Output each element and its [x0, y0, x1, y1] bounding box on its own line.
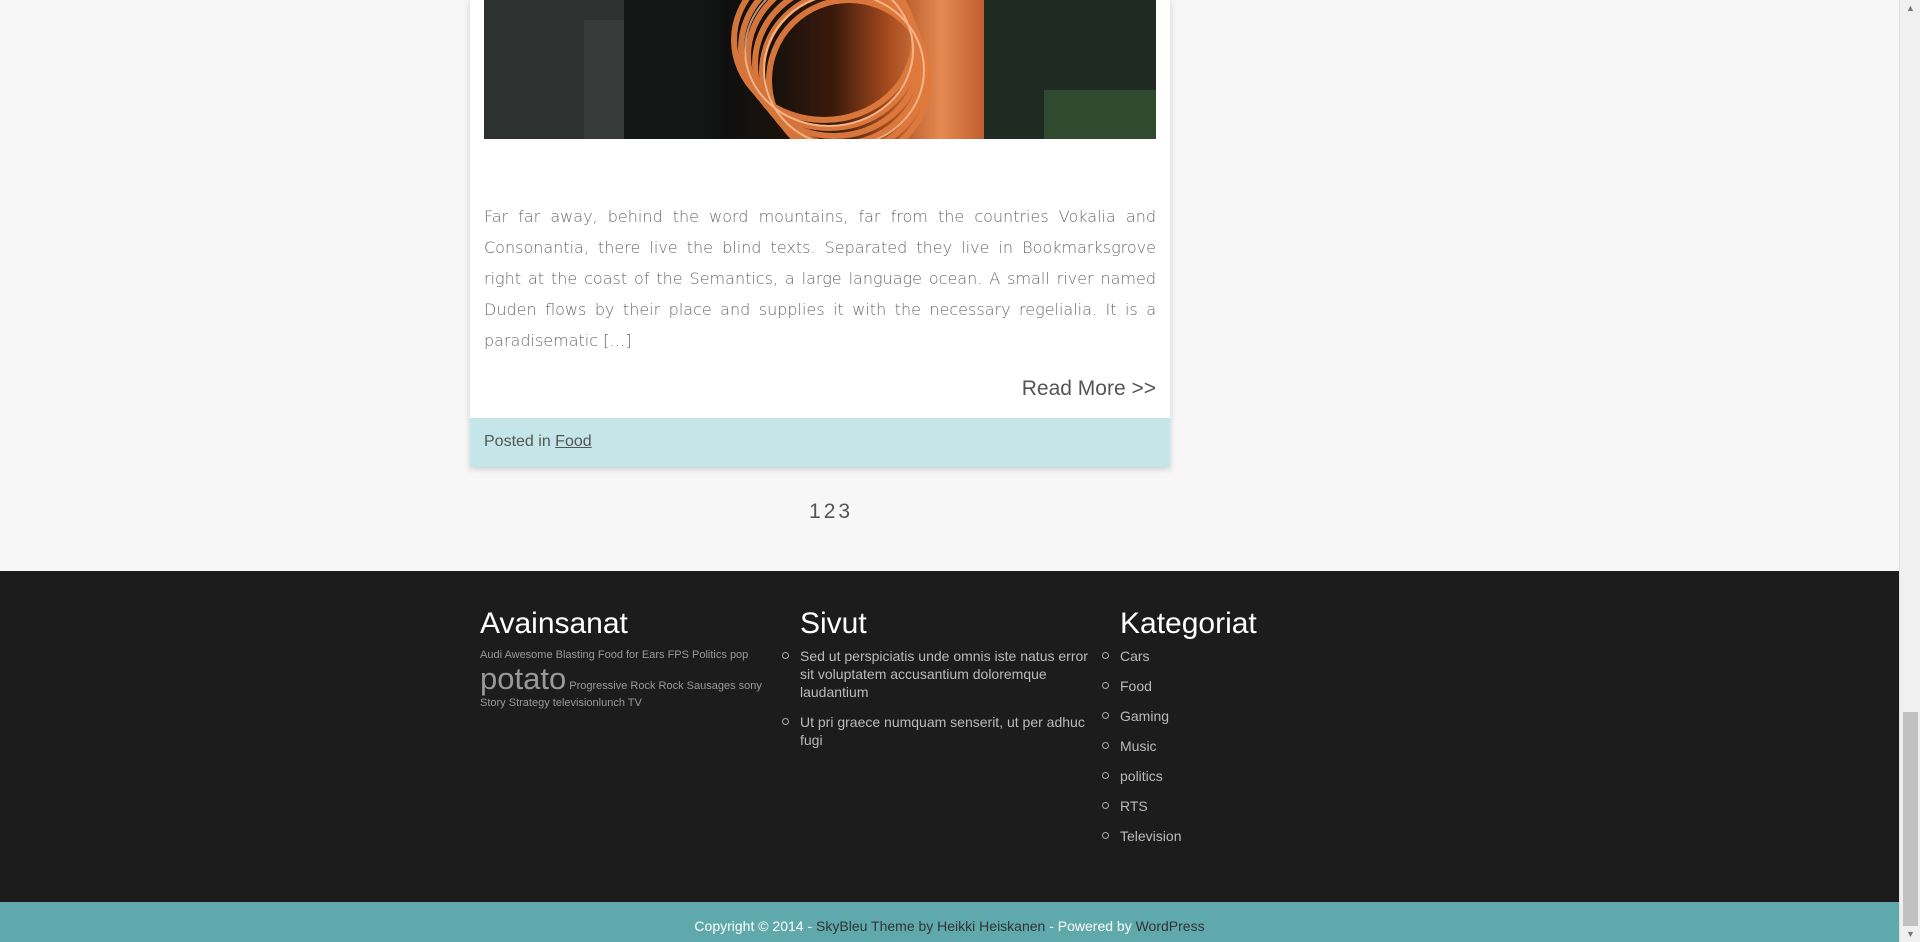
circle-bullet-icon: [1102, 772, 1109, 779]
tag-cloud: Audi Awesome Blasting Food for Ears FPS …: [480, 647, 770, 711]
category-link-gaming[interactable]: Gaming: [1120, 708, 1169, 724]
tag-link[interactable]: televisionlunch: [553, 697, 625, 709]
category-list-item: RTS: [1102, 797, 1320, 815]
pages-list: Sed ut perspiciatis unde omnis iste natu…: [782, 647, 1092, 749]
tag-link[interactable]: Politics: [692, 649, 727, 661]
category-list-item: Cars: [1102, 647, 1320, 665]
circle-bullet-icon: [782, 652, 789, 659]
page: Far far away, behind the word mountains,…: [0, 0, 1899, 942]
scrollbar-thumb[interactable]: [1903, 712, 1918, 926]
categories-widget: Kategoriat Cars Food Gaming Music politi…: [1102, 607, 1320, 857]
tag-link[interactable]: Food for Ears: [598, 649, 665, 661]
posted-in-label: Posted in: [484, 433, 551, 450]
categories-widget-title: Kategoriat: [1120, 607, 1257, 640]
circle-bullet-icon: [1102, 742, 1109, 749]
copyright-bar: Copyright © 2014 - SkyBleu Theme by Heik…: [0, 902, 1899, 942]
vertical-scrollbar[interactable]: ▲ ▼: [1899, 0, 1920, 942]
category-link-television[interactable]: Television: [1120, 828, 1181, 844]
tag-link[interactable]: Blasting: [556, 649, 595, 661]
tag-link[interactable]: Strategy: [509, 697, 550, 709]
page-link-1[interactable]: 1: [809, 500, 824, 523]
powered-by-text: - Powered by: [1045, 918, 1136, 934]
circle-bullet-icon: [1102, 712, 1109, 719]
pages-widget-title: Sivut: [800, 607, 867, 640]
tag-link[interactable]: Sausages: [687, 680, 736, 692]
tag-link[interactable]: Rock: [659, 680, 684, 692]
tag-link[interactable]: sony: [739, 680, 762, 692]
tag-link[interactable]: Progressive Rock: [569, 680, 655, 692]
wordpress-link[interactable]: WordPress: [1136, 918, 1205, 934]
post-excerpt: Far far away, behind the word mountains,…: [484, 207, 1156, 350]
tag-link[interactable]: Audi: [480, 649, 502, 661]
category-list-item: politics: [1102, 767, 1320, 785]
theme-author-link[interactable]: SkyBleu Theme by Heikki Heiskanen: [816, 918, 1045, 934]
scroll-up-arrow-icon[interactable]: ▲: [1900, 0, 1920, 16]
category-list-item: Music: [1102, 737, 1320, 755]
page-link[interactable]: Ut pri graece numquam senserit, ut per a…: [800, 714, 1085, 748]
read-more-link[interactable]: Read More >>: [1022, 377, 1156, 401]
copper-coil-image: [484, 0, 1156, 139]
tag-link-potato[interactable]: potato: [480, 661, 566, 696]
category-link-cars[interactable]: Cars: [1120, 648, 1150, 664]
post-meta-bar: Posted in Food: [470, 418, 1170, 467]
tags-widget: Avainsanat Audi Awesome Blasting Food fo…: [480, 607, 770, 711]
categories-list: Cars Food Gaming Music politics RTS Tele…: [1102, 647, 1320, 845]
category-list-item: Television: [1102, 827, 1320, 845]
pagination: 123: [809, 500, 853, 524]
pages-widget: Sivut Sed ut perspiciatis unde omnis ist…: [782, 607, 1092, 761]
post-category-link[interactable]: Food: [555, 433, 591, 450]
category-list-item: Gaming: [1102, 707, 1320, 725]
pages-list-item: Sed ut perspiciatis unde omnis iste natu…: [782, 647, 1092, 701]
tag-link[interactable]: Story: [480, 697, 506, 709]
page-link[interactable]: Sed ut perspiciatis unde omnis iste natu…: [800, 648, 1088, 700]
circle-bullet-icon: [1102, 802, 1109, 809]
circle-bullet-icon: [782, 718, 789, 725]
tag-link[interactable]: pop: [730, 649, 748, 661]
page-link-2[interactable]: 2: [824, 500, 839, 523]
pages-list-item: Ut pri graece numquam senserit, ut per a…: [782, 713, 1092, 749]
post-card: Far far away, behind the word mountains,…: [470, 0, 1170, 467]
tags-widget-title: Avainsanat: [480, 607, 628, 640]
category-link-politics[interactable]: politics: [1120, 768, 1163, 784]
circle-bullet-icon: [1102, 652, 1109, 659]
tag-link[interactable]: Awesome: [504, 649, 552, 661]
post-featured-image[interactable]: [484, 0, 1156, 139]
scroll-down-arrow-icon[interactable]: ▼: [1900, 926, 1920, 942]
category-link-food[interactable]: Food: [1120, 678, 1152, 694]
category-link-rts[interactable]: RTS: [1120, 798, 1148, 814]
category-link-music[interactable]: Music: [1120, 738, 1157, 754]
tag-link[interactable]: TV: [628, 697, 642, 709]
circle-bullet-icon: [1102, 682, 1109, 689]
site-footer: Avainsanat Audi Awesome Blasting Food fo…: [0, 571, 1899, 902]
copyright-prefix: Copyright © 2014 -: [694, 918, 817, 934]
tag-link[interactable]: FPS: [668, 649, 689, 661]
category-list-item: Food: [1102, 677, 1320, 695]
circle-bullet-icon: [1102, 832, 1109, 839]
page-link-3[interactable]: 3: [838, 500, 853, 523]
